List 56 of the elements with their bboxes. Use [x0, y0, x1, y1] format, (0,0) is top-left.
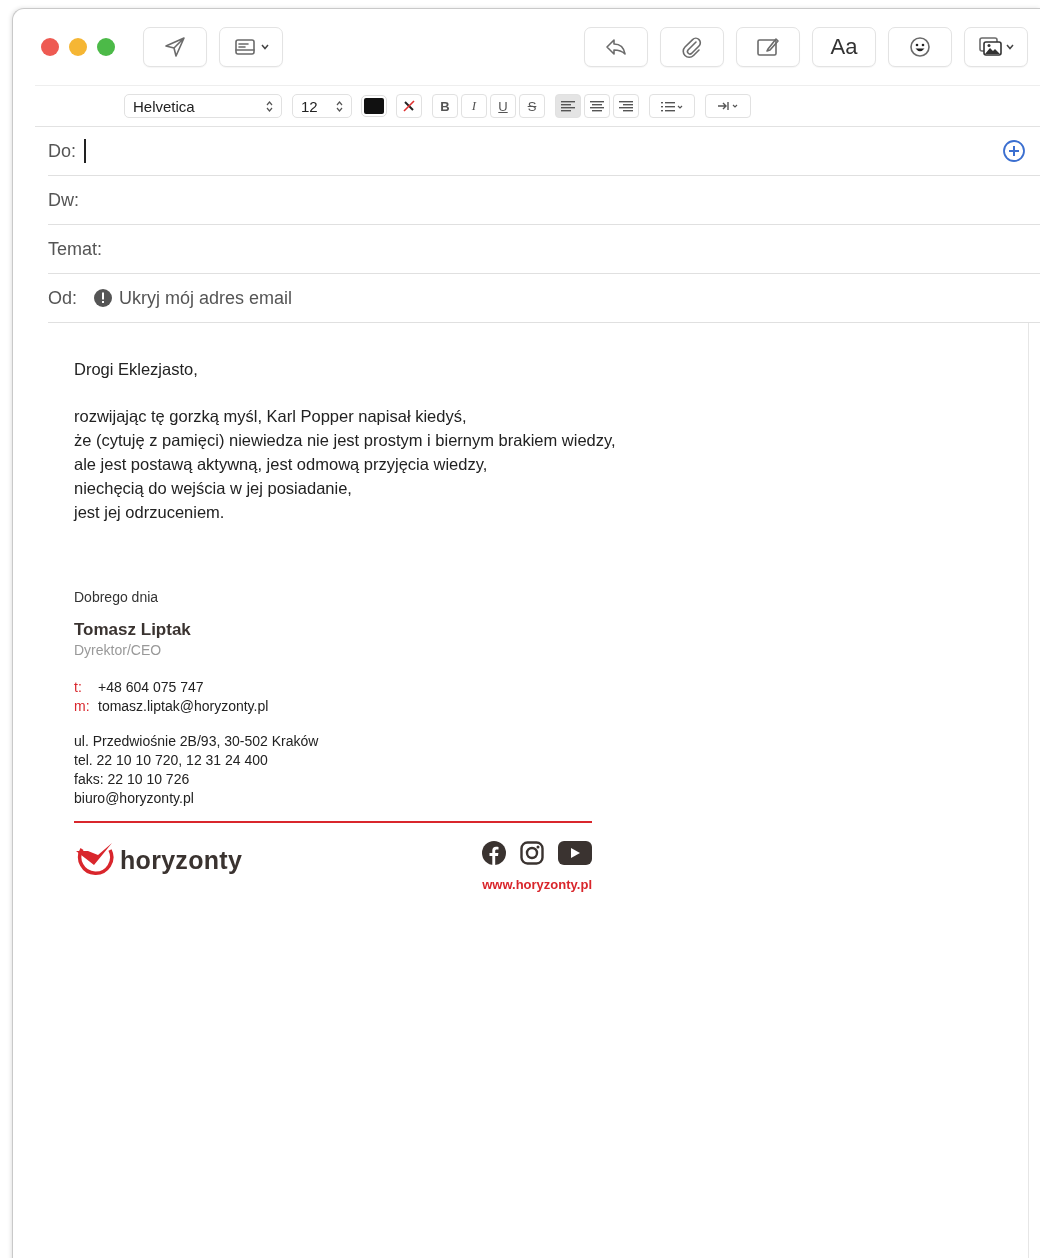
sender-name: Tomasz Liptak: [74, 619, 192, 641]
underline-button[interactable]: U: [490, 94, 516, 118]
indent-button[interactable]: [705, 94, 751, 118]
website-link[interactable]: www.horyzonty.pl: [482, 875, 592, 894]
greeting-text: Drogi Eklezjasto,: [74, 359, 199, 380]
align-right-icon: [618, 99, 634, 113]
reply-arrow-button[interactable]: [584, 27, 648, 67]
font-size-dropdown[interactable]: 12: [292, 94, 352, 118]
smiley-icon: [908, 35, 932, 59]
stepper-icon: [336, 100, 343, 112]
instagram-icon[interactable]: [520, 841, 544, 865]
message-paragraph: rozwijając tę gorzką myśl, Karl Popper napisał kiedyś, że (cytuję z pamięci) niewiedza nie jest prostym i biernym brakiem wiedzy, ale jest postawą aktywną, jest odmową przyjęcia wiedzy, niechęcią do wejścia w jej posiadanie, jest jej odrzuceniem.: [74, 406, 617, 523]
strike-button[interactable]: S: [519, 94, 545, 118]
font-dropdown[interactable]: Helvetica: [124, 94, 282, 118]
align-left-icon: [560, 99, 576, 113]
photo-stack-button[interactable]: [964, 27, 1028, 67]
address-text: ul. Przedwiośnie 2B/93, 30-502 Kraków tel. 22 10 10 720, 12 31 24 400 faks: 22 10 10 726 biuro@horyzonty.pl: [74, 732, 320, 808]
close-window-button[interactable]: [41, 38, 59, 56]
align-center-button[interactable]: [584, 94, 610, 118]
bulleted-list-icon: [660, 100, 684, 112]
smiley-button[interactable]: [888, 27, 952, 67]
paper-plane-button[interactable]: [143, 27, 207, 67]
youtube-icon[interactable]: [558, 841, 592, 865]
add-contact-icon[interactable]: [1002, 139, 1026, 163]
align-center-icon: [589, 99, 605, 113]
field-label: Dw:: [48, 189, 79, 211]
closing-text: Dobrego dnia: [74, 588, 160, 607]
no-color-icon: [401, 98, 417, 114]
background-color-button[interactable]: [396, 94, 422, 118]
text-color-button[interactable]: [362, 96, 386, 116]
photo-stack-icon: [978, 35, 1002, 59]
sender-dropdown[interactable]: Ukryj mój adres email: [85, 287, 293, 309]
italic-button[interactable]: I: [461, 94, 487, 118]
contact-label: m:: [74, 697, 91, 716]
facebook-icon[interactable]: [482, 841, 506, 865]
field-label: Do:: [48, 140, 76, 162]
markup-pen-icon: [756, 35, 780, 59]
header-fields-button[interactable]: [219, 27, 283, 67]
field-label: Temat:: [48, 238, 103, 260]
stepper-icon: [266, 100, 273, 112]
bold-button[interactable]: B: [432, 94, 458, 118]
indent-arrow-icon: [716, 100, 740, 112]
field-label: Od:: [48, 287, 77, 309]
fonts-button[interactable]: Aa: [812, 27, 876, 67]
align-left-button[interactable]: [555, 94, 581, 118]
alert-icon: [93, 288, 113, 308]
align-right-button[interactable]: [613, 94, 639, 118]
contact-value: +48 604 075 747: [98, 678, 204, 697]
contact-label: t:: [74, 678, 83, 697]
paperclip-icon: [680, 35, 704, 59]
paper-plane-icon: [163, 35, 187, 59]
list-style-button[interactable]: [649, 94, 695, 118]
paperclip-button[interactable]: [660, 27, 724, 67]
markup-pen-button[interactable]: [736, 27, 800, 67]
job-title: Dyrektor/CEO: [74, 641, 163, 660]
contact-value: tomasz.liptak@horyzonty.pl: [98, 697, 269, 716]
